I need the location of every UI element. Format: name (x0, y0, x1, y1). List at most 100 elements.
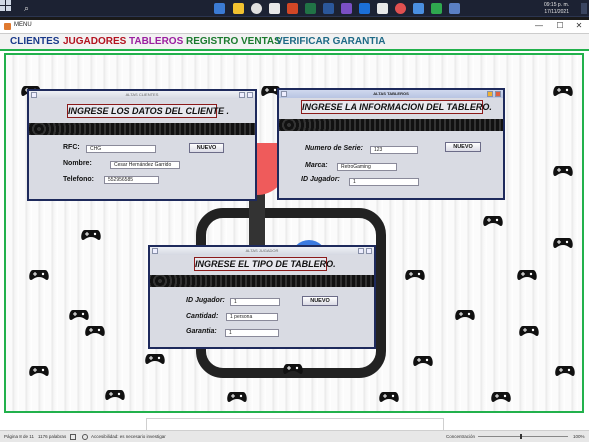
gamepad-icon (105, 390, 125, 400)
nuevo-button[interactable]: NUEVO (189, 143, 224, 153)
frame-close-button[interactable] (495, 91, 501, 97)
frame-close-button[interactable] (247, 92, 253, 98)
menu-tableros[interactable]: TABLEROS (129, 36, 183, 47)
gamepad-icon (227, 392, 247, 402)
nombre-field[interactable]: Cesar Hernández Garrido (110, 161, 180, 169)
taskbar-app-icon[interactable] (431, 3, 442, 14)
window-titlebar: MENU — ☐ ✕ (0, 20, 589, 34)
frame-menu-icon[interactable] (152, 248, 158, 254)
frame-menu-icon[interactable] (281, 91, 287, 97)
garantia-label: Garantia: (186, 328, 217, 335)
id-jugador-label: ID Jugador: (186, 297, 225, 304)
taskbar-app-icon[interactable] (359, 3, 370, 14)
rfc-label: RFC: (63, 144, 80, 151)
frame-minimize-button[interactable] (239, 92, 245, 98)
menu-jugadores[interactable]: JUGADORES (63, 36, 126, 47)
menu-verificar-garantia[interactable]: VERIFICAR GARANTIA (276, 36, 385, 47)
gamepad-icon (517, 270, 537, 280)
taskbar: ⌕ 09:15 p. m. 17/11/2021 (0, 0, 589, 17)
taskbar-app-icon[interactable] (341, 3, 352, 14)
gamepad-icon (85, 326, 105, 336)
tableros-heading: INGRESE LA INFORMACION DEL TABLERO. (301, 100, 492, 114)
zoom-level[interactable]: 100% (573, 434, 585, 439)
nuevo-button[interactable]: NUEVO (445, 142, 481, 152)
frame-title: ALTAS CLIENTES (125, 92, 159, 97)
notification-icon[interactable] (581, 3, 587, 14)
garantia-field[interactable]: 1 (225, 329, 279, 337)
gamepad-icon (491, 392, 511, 402)
menu-registro-ventas[interactable]: REGISTRO VENTAS (186, 36, 281, 47)
java-app-icon[interactable] (449, 3, 460, 14)
altas-jugador-window: ALTAS JUGADOR INGRESE EL TIPO DE TABLERO… (148, 245, 376, 349)
zoom-slider[interactable] (478, 436, 568, 437)
chrome-icon[interactable] (251, 3, 262, 14)
decorative-band (150, 275, 374, 287)
clock-time[interactable]: 09:15 p. m. (544, 2, 569, 8)
frame-minimize-button[interactable] (358, 248, 364, 254)
gamepad-icon (483, 216, 503, 226)
powerpoint-icon[interactable] (287, 3, 298, 14)
nombre-label: Nombre: (63, 160, 92, 167)
proofing-icon[interactable] (70, 434, 76, 440)
word-icon[interactable] (323, 3, 334, 14)
menu-clientes[interactable]: CLIENTES (10, 36, 59, 47)
frame-minimize-button[interactable] (487, 91, 493, 97)
frame-title: ALTAS JUGADOR (245, 248, 279, 253)
frame-menu-icon[interactable] (31, 92, 37, 98)
status-bar: Página 8 de 11 1176 palabras Accesibilid… (0, 430, 589, 442)
taskbar-app-icon[interactable] (395, 3, 406, 14)
clock-date[interactable]: 17/11/2021 (544, 9, 569, 15)
windows-start-icon[interactable] (0, 0, 11, 11)
frame-title: ALTAS TABLEROS (373, 91, 409, 96)
numero-serie-field[interactable]: 123 (370, 146, 418, 154)
frame-titlebar: ALTAS JUGADOR (150, 247, 374, 255)
frame-titlebar: ALTAS TABLEROS (279, 90, 503, 98)
gamepad-icon (413, 356, 433, 366)
maximize-button[interactable]: ☐ (553, 21, 567, 30)
frame-titlebar: ALTAS CLIENTES (29, 91, 255, 99)
clientes-heading: INGRESE LOS DATOS DEL CLIENTE . (67, 104, 230, 118)
marca-field[interactable]: RetroGaming (337, 163, 397, 171)
gamepad-icon (519, 326, 539, 336)
frame-close-button[interactable] (366, 248, 372, 254)
gamepad-icon (145, 354, 165, 364)
taskbar-app-icon[interactable] (377, 3, 388, 14)
id-jugador-field[interactable]: 1 (230, 298, 280, 306)
excel-icon[interactable] (305, 3, 316, 14)
nuevo-button[interactable]: NUEVO (302, 296, 338, 306)
gamepad-icon (553, 238, 573, 248)
zoom-slider-thumb[interactable] (520, 434, 522, 439)
gamepad-icon (283, 364, 303, 374)
taskbar-app-icon[interactable] (413, 3, 424, 14)
gamepad-icon (455, 310, 475, 320)
close-button[interactable]: ✕ (572, 21, 586, 30)
marca-label: Marca: (305, 162, 328, 169)
numero-serie-label: Numero de Serie: (305, 145, 363, 152)
menu-bar: CLIENTES JUGADORES TABLEROS REGISTRO VEN… (0, 34, 589, 51)
focus-mode[interactable]: Concentración (446, 434, 475, 439)
id-jugador-field[interactable]: 1 (349, 178, 419, 186)
word-count[interactable]: 1176 palabras (38, 434, 66, 439)
accessibility-status[interactable]: Accesibilidad: es necesario investigar (91, 434, 166, 439)
gamepad-icon (81, 230, 101, 240)
file-explorer-icon[interactable] (233, 3, 244, 14)
window-title: MENU (14, 22, 32, 28)
desktop-pane: ALTAS CLIENTES INGRESE LOS DATOS DEL CLI… (4, 53, 584, 413)
gamepad-icon (405, 270, 425, 280)
accessibility-icon[interactable] (82, 434, 88, 440)
telefono-label: Telefono: (63, 176, 94, 183)
gamepad-icon (553, 166, 573, 176)
gamepad-icon (553, 86, 573, 96)
altas-tableros-window: ALTAS TABLEROS INGRESE LA INFORMACION DE… (277, 88, 505, 200)
gamepad-icon (555, 366, 575, 376)
page-count[interactable]: Página 8 de 11 (4, 434, 34, 439)
gamepad-icon (69, 310, 89, 320)
cantidad-field[interactable]: 1 persona (226, 313, 278, 321)
telefono-field[interactable]: 552956585 (104, 176, 159, 184)
gamepad-icon (379, 392, 399, 402)
minimize-button[interactable]: — (532, 21, 546, 30)
task-view-icon[interactable] (214, 3, 225, 14)
taskbar-app-icon[interactable] (269, 3, 280, 14)
search-icon[interactable]: ⌕ (24, 3, 35, 14)
rfc-field[interactable]: CHG (86, 145, 156, 153)
